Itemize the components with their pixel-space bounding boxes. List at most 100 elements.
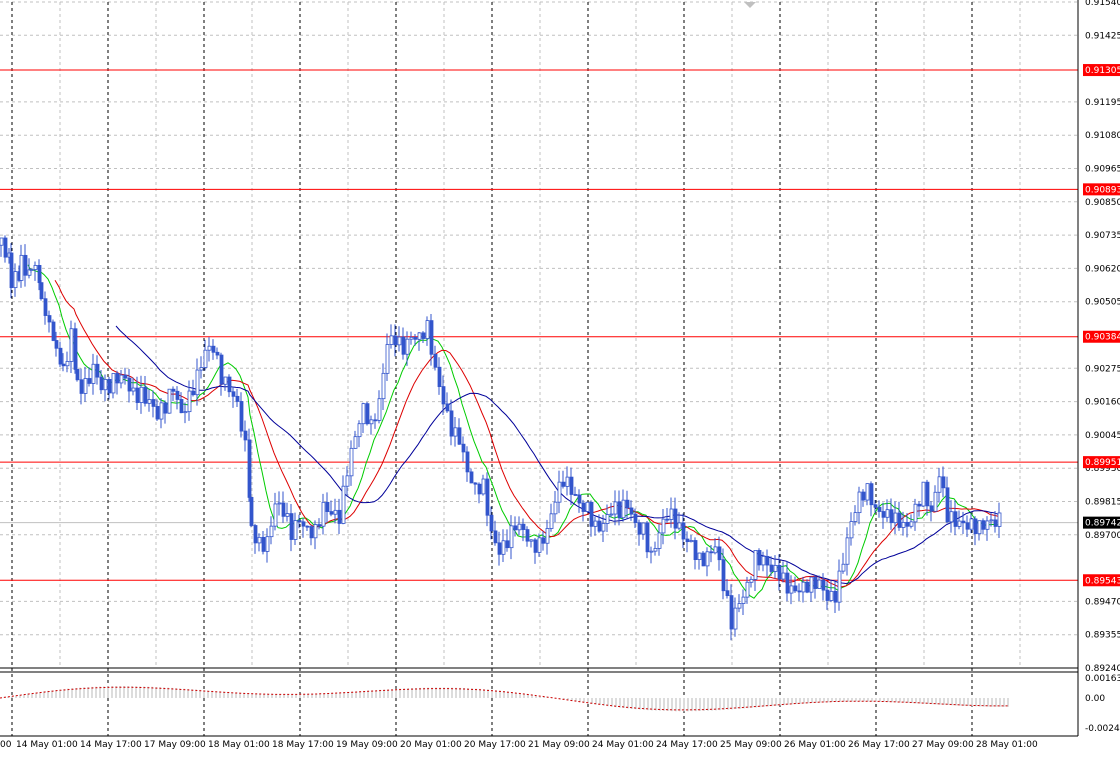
y-tick-label: 0.89355 bbox=[1085, 631, 1120, 641]
candle-body bbox=[3, 237, 8, 258]
candle-body bbox=[433, 353, 438, 368]
candle-body bbox=[437, 366, 442, 388]
candle-body bbox=[345, 475, 350, 487]
candle-body bbox=[829, 590, 834, 601]
x-tick-label: 21 May 09:00 bbox=[528, 740, 590, 750]
level-price-label: 0.90384 bbox=[1085, 333, 1120, 343]
candle-body bbox=[33, 265, 38, 270]
candle-body bbox=[449, 410, 454, 437]
candle-body bbox=[405, 338, 410, 355]
candle-body bbox=[673, 508, 678, 529]
candle-body bbox=[961, 520, 966, 524]
candle-body bbox=[239, 401, 244, 432]
candle-body bbox=[613, 501, 618, 515]
candle-body bbox=[497, 542, 502, 555]
candle-body bbox=[677, 522, 682, 529]
candle-body bbox=[409, 336, 414, 340]
candle-body bbox=[179, 399, 184, 414]
candle-body bbox=[701, 552, 706, 567]
x-tick-label: 28 May 01:00 bbox=[976, 740, 1038, 750]
candle-body bbox=[741, 596, 746, 604]
candle-body bbox=[65, 361, 70, 367]
candle-body bbox=[337, 509, 342, 524]
candle-body bbox=[905, 521, 910, 527]
y-tick-label: 0.90045 bbox=[1085, 431, 1120, 441]
candle-body bbox=[147, 399, 152, 404]
candle-body bbox=[717, 546, 722, 561]
candle-body bbox=[637, 522, 642, 535]
candle-body bbox=[665, 518, 670, 521]
candle-body bbox=[957, 520, 962, 527]
candle-body bbox=[159, 402, 164, 420]
candle-body bbox=[953, 511, 958, 527]
x-tick-label: 14 May 17:00 bbox=[80, 740, 142, 750]
y-tick-label: 0.91540 bbox=[1085, 0, 1120, 8]
y-tick-label: 0.89815 bbox=[1085, 498, 1120, 508]
candle-body bbox=[849, 521, 854, 539]
candle-body bbox=[58, 347, 63, 365]
candle-body bbox=[151, 399, 156, 407]
candle-body bbox=[745, 581, 750, 598]
candle-body bbox=[107, 378, 112, 394]
candle-body bbox=[989, 519, 994, 522]
price-chart[interactable]: 0.91540 0.91425 0.91195 0.91080 0.90965 0.908… bbox=[0, 0, 1120, 758]
candle-body bbox=[83, 378, 88, 394]
level-price-label: 0.89543 bbox=[1085, 576, 1120, 586]
candle-body bbox=[645, 522, 650, 553]
candle-body bbox=[749, 578, 754, 583]
candle-body bbox=[681, 522, 686, 540]
candle-body bbox=[171, 388, 176, 392]
candle-body bbox=[729, 595, 734, 630]
candle-body bbox=[365, 403, 370, 425]
candle-body bbox=[641, 522, 646, 535]
candle-body bbox=[877, 506, 882, 512]
candle-body bbox=[329, 511, 334, 515]
y-tick-label: 0.89240 bbox=[1085, 664, 1120, 674]
candle-body bbox=[99, 376, 104, 391]
candle-body bbox=[277, 502, 282, 505]
x-tick-label: 26 May 01:00 bbox=[784, 740, 846, 750]
candle-body bbox=[545, 528, 550, 544]
candle-body bbox=[833, 590, 838, 603]
candle-body bbox=[721, 559, 726, 592]
candle-body bbox=[353, 436, 358, 449]
candle-body bbox=[111, 373, 116, 394]
candle-body bbox=[669, 508, 674, 520]
candle-body bbox=[373, 419, 378, 422]
candle-body bbox=[349, 447, 354, 477]
trading-chart-window[interactable]: 0.91540 0.91425 0.91195 0.91080 0.90965 0.908… bbox=[0, 0, 1120, 758]
x-tick-label: 25 May 09:00 bbox=[720, 740, 782, 750]
candle-body bbox=[453, 427, 458, 437]
candle-body bbox=[417, 332, 422, 340]
candle-body bbox=[297, 520, 302, 523]
candle-body bbox=[521, 523, 526, 530]
candle-body bbox=[517, 523, 522, 531]
candle-body bbox=[973, 518, 978, 535]
candle-body bbox=[861, 491, 866, 501]
candle-body bbox=[537, 537, 542, 553]
candle-body bbox=[509, 525, 514, 549]
candle-body bbox=[785, 572, 790, 594]
candle-body bbox=[841, 563, 846, 572]
candle-body bbox=[385, 344, 390, 374]
candle-body bbox=[265, 536, 270, 552]
candle-body bbox=[257, 536, 262, 544]
candle-body bbox=[733, 607, 738, 630]
candle-body bbox=[61, 363, 66, 367]
candle-body bbox=[573, 494, 578, 496]
candle-body bbox=[945, 487, 950, 523]
candle-body bbox=[285, 513, 290, 517]
candle-body bbox=[813, 576, 818, 589]
candle-body bbox=[183, 411, 188, 414]
candle-body bbox=[633, 513, 638, 524]
x-tick-label: 18 May 17:00 bbox=[272, 740, 334, 750]
candle-body bbox=[561, 481, 566, 487]
candle-body bbox=[321, 501, 326, 527]
candle-body bbox=[389, 335, 394, 345]
candle-body bbox=[131, 387, 136, 392]
candle-body bbox=[693, 540, 698, 561]
candle-body bbox=[249, 497, 254, 526]
candle-body bbox=[593, 520, 598, 527]
candle-body bbox=[273, 503, 278, 527]
candle-body bbox=[401, 336, 406, 355]
